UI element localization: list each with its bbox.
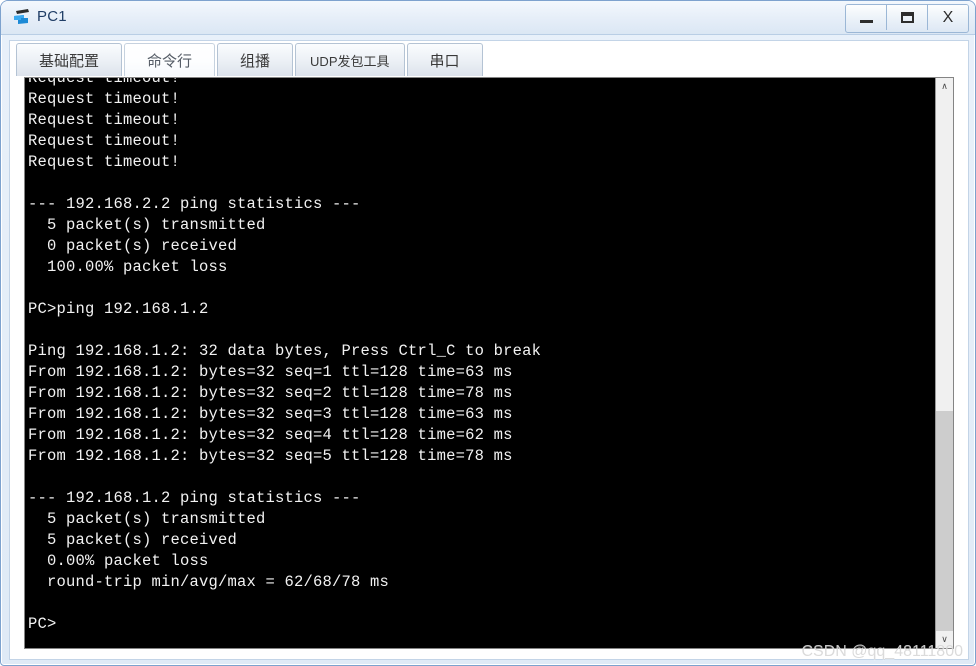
tab-serial-port[interactable]: 串口 (406, 43, 483, 76)
tab-label: UDP发包工具 (310, 53, 390, 69)
tab-label: 串口 (429, 52, 460, 70)
pc-device-icon (12, 7, 33, 28)
minimize-button[interactable] (846, 5, 887, 30)
tab-label: 命令行 (147, 52, 193, 70)
scroll-up-icon[interactable]: ∧ (936, 78, 953, 95)
maximize-button[interactable] (887, 5, 928, 30)
maximize-icon (900, 12, 914, 23)
minimize-icon (859, 20, 873, 23)
tab-bar: 基础配置 命令行 组播 UDP发包工具 串口 (10, 41, 968, 77)
console-scrollbar[interactable]: ∧ ∨ (935, 78, 953, 648)
close-button[interactable]: X (928, 5, 968, 30)
close-icon: X (942, 8, 954, 26)
pc1-window: PC1 X 基础配置 命令行 组播 UDP发包工具 串口 Request tim… (0, 0, 976, 666)
tab-basic-config[interactable]: 基础配置 (16, 43, 123, 76)
scrollbar-thumb[interactable] (936, 411, 953, 633)
tab-label: 组播 (240, 52, 271, 70)
content-panel: 基础配置 命令行 组播 UDP发包工具 串口 Request timeout! … (9, 40, 969, 660)
console-text: Request timeout! Request timeout! Reques… (28, 77, 542, 633)
window-title: PC1 (37, 8, 67, 25)
tab-multicast[interactable]: 组播 (217, 43, 294, 76)
tab-command-line[interactable]: 命令行 (124, 43, 216, 76)
window-controls: X (845, 4, 969, 33)
window-titlebar[interactable]: PC1 X (1, 1, 975, 35)
tab-udp-tool[interactable]: UDP发包工具 (295, 43, 405, 76)
console-output-area[interactable]: Request timeout! Request timeout! Reques… (24, 77, 954, 649)
scroll-down-icon[interactable]: ∨ (936, 631, 953, 648)
tab-label: 基础配置 (39, 52, 100, 70)
